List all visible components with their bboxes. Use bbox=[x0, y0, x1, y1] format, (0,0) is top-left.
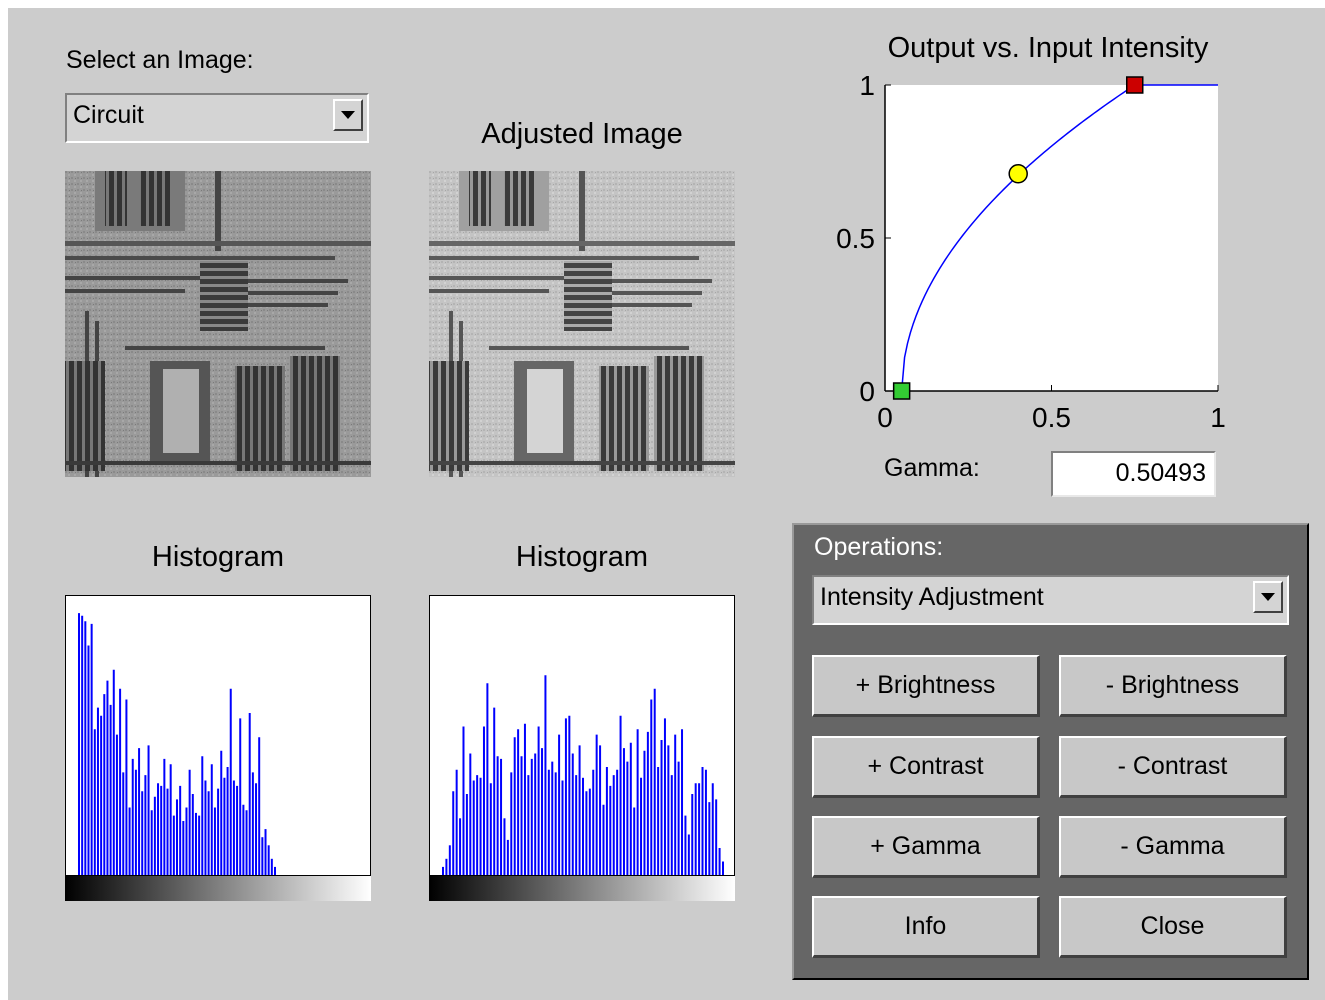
original-histogram-title: Histogram bbox=[151, 541, 285, 573]
dropdown-arrow-icon[interactable] bbox=[333, 99, 363, 131]
image-select-value: Circuit bbox=[73, 101, 144, 129]
plus-brightness-button[interactable]: + Brightness bbox=[812, 655, 1040, 717]
gamma-label: Gamma: bbox=[884, 454, 980, 482]
adjusted-image bbox=[429, 171, 735, 477]
original-histogram-plot bbox=[65, 595, 371, 876]
intensity-curve-plot[interactable]: 0 0.5 1 0 0.5 1 bbox=[818, 70, 1238, 440]
plus-gamma-button[interactable]: + Gamma bbox=[812, 816, 1040, 878]
intensity-adjustment-window: Select an Image: Circuit Adjusted Image bbox=[8, 8, 1325, 1000]
x-tick-label: 0.5 bbox=[1032, 402, 1071, 433]
minus-contrast-button[interactable]: - Contrast bbox=[1059, 736, 1287, 798]
operations-panel: Operations: Intensity Adjustment + Brigh… bbox=[792, 523, 1309, 980]
operations-dropdown[interactable]: Intensity Adjustment bbox=[812, 575, 1289, 625]
y-tick-label: 1 bbox=[859, 70, 875, 101]
x-tick-label: 0 bbox=[877, 402, 893, 433]
minus-brightness-button[interactable]: - Brightness bbox=[1059, 655, 1287, 717]
gamma-handle[interactable] bbox=[1008, 163, 1028, 184]
select-image-label: Select an Image: bbox=[66, 46, 254, 74]
x-tick-label: 1 bbox=[1210, 402, 1226, 433]
curve-title: Output vs. Input Intensity bbox=[887, 32, 1209, 64]
operations-label: Operations: bbox=[814, 533, 944, 561]
adjusted-histogram-title: Histogram bbox=[515, 541, 649, 573]
original-image bbox=[65, 171, 371, 477]
operations-value: Intensity Adjustment bbox=[820, 583, 1044, 611]
adjusted-histogram bbox=[429, 595, 735, 901]
grayscale-colorbar bbox=[65, 876, 371, 901]
high-handle[interactable] bbox=[1126, 76, 1144, 94]
dropdown-arrow-icon[interactable] bbox=[1253, 581, 1283, 613]
gamma-input[interactable]: 0.50493 bbox=[1051, 451, 1216, 497]
minus-gamma-button[interactable]: - Gamma bbox=[1059, 816, 1287, 878]
close-button[interactable]: Close bbox=[1059, 896, 1287, 958]
y-tick-label: 0 bbox=[859, 376, 875, 407]
original-histogram bbox=[65, 595, 371, 901]
curve-axes-background bbox=[885, 85, 1218, 391]
plus-contrast-button[interactable]: + Contrast bbox=[812, 736, 1040, 798]
low-handle[interactable] bbox=[892, 382, 911, 400]
grayscale-colorbar bbox=[429, 876, 735, 901]
adjusted-image-title: Adjusted Image bbox=[481, 118, 683, 150]
y-tick-label: 0.5 bbox=[836, 223, 875, 254]
info-button[interactable]: Info bbox=[812, 896, 1040, 958]
adjusted-histogram-plot bbox=[429, 595, 735, 876]
image-select-dropdown[interactable]: Circuit bbox=[65, 93, 369, 143]
